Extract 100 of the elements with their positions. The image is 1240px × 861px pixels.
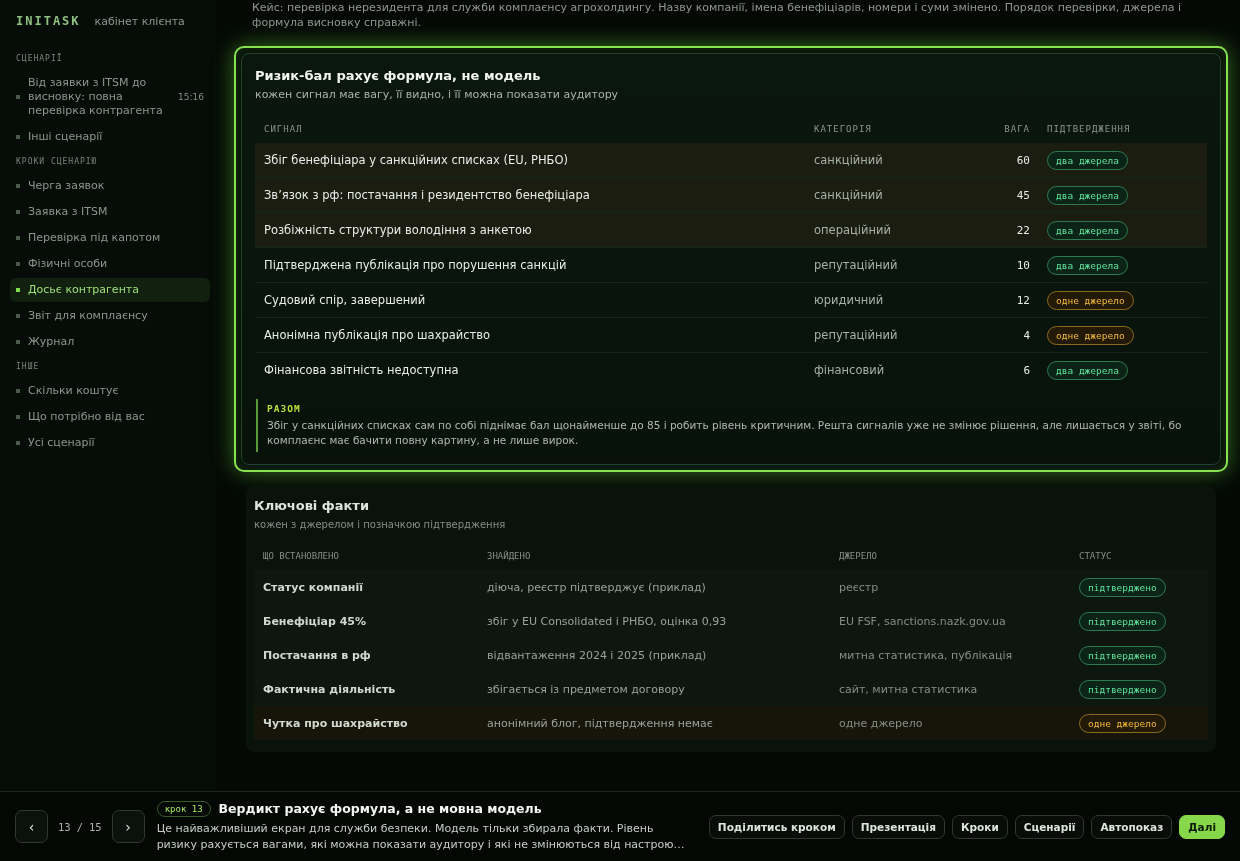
- status-badge: підтверджено: [1079, 679, 1166, 699]
- step-number: 13: [58, 820, 71, 833]
- bullet-icon: [16, 389, 20, 393]
- confirmation-badge: два джерела: [1047, 255, 1128, 275]
- table-cell-text: Підтверджена публікація про порушення санкцій: [263, 258, 568, 272]
- sidebar-item[interactable]: Інші сценарії: [10, 125, 210, 149]
- section-title: ІНШЕ: [15, 361, 41, 373]
- table-cell-text: санкційний: [814, 188, 884, 202]
- table-cell-text: 6: [1022, 363, 1030, 377]
- status-badge: одне джерело: [1079, 713, 1166, 733]
- summary-text: Збіг у санкційних списках сам по собі піднімає бал щонайменше до 85 і робить рівень критичним. Решта сигналів уже не змінює рішення, але лишається у звіті, бо комплаєнс має бачити повну картину, а не лише вирок.: [267, 418, 1183, 448]
- status-badge: підтверджено: [1079, 611, 1166, 631]
- confirmation-badge: два джерела: [1047, 220, 1128, 240]
- table-cell-text: діюча, реєстр підтверджує (приклад): [486, 580, 707, 594]
- table-cell-text: Розбіжність структури володіння з анкетою: [263, 223, 533, 237]
- column-header: ДЖЕРЕЛО: [838, 551, 878, 561]
- intro-text: Кейс: перевірка нерезидента для служби комплаєнсу агрохолдингу. Назву компанії, імена бенефіціарів, номери і суми змінено. Порядок перевірки, джерела і формула висновку справжні.: [251, 0, 1183, 30]
- column-header: СИГНАЛ: [263, 124, 304, 134]
- status-badge: підтверджено: [1079, 577, 1166, 597]
- table-cell-text: одне джерело: [838, 716, 924, 730]
- bullet-icon: [16, 262, 20, 266]
- sidebar-item[interactable]: Журнал: [10, 330, 210, 354]
- step-description: Це найважливіший екран для служби безпеки. Модель тільки збирала факти. Рівень ризику рахується вагами, які можна показати аудитору і які не змінюються від настрою…: [156, 820, 686, 853]
- table-cell-text: фінансовий: [814, 363, 886, 377]
- previous-button[interactable]: ‹: [15, 810, 48, 843]
- sidebar-item[interactable]: Від заявки з ITSM до висновку: повна перевірка контрагента 15:16: [10, 71, 210, 123]
- action-button[interactable]: Сценарії: [1014, 814, 1085, 839]
- table-cell-text: Чутка про шахрайство: [262, 716, 409, 730]
- table-cell-text: відвантаження 2024 і 2025 (приклад): [486, 648, 708, 662]
- table-cell-text: реєстр: [838, 580, 880, 594]
- table-cell-text: сайт, митна статистика: [838, 682, 979, 696]
- table-cell-text: 12: [1015, 293, 1030, 307]
- column-header: ЗНАЙДЕНО: [486, 551, 532, 561]
- table-cell-text: Бенефіціар 45%: [262, 614, 367, 628]
- bullet-icon: [16, 415, 20, 419]
- table-cell-text: репутаційний: [814, 328, 899, 342]
- bullet-icon: [16, 236, 20, 240]
- summary-label: РАЗОМ: [267, 403, 302, 414]
- table-cell-text: Анонімна публікація про шахрайство: [263, 328, 492, 342]
- sidebar-item[interactable]: Фізичні особи: [10, 252, 210, 276]
- table-cell-text: 45: [1015, 188, 1030, 202]
- card-title: Ризик-бал рахує формула, не модель: [255, 68, 542, 83]
- column-header: ПІДТВЕРДЖЕННЯ: [1046, 124, 1132, 134]
- card-subtitle: кожен з джерелом і позначкою підтвердження: [254, 519, 507, 530]
- action-button[interactable]: Поділитись кроком: [708, 814, 845, 839]
- table-cell-text: збігається із предметом договору: [486, 682, 686, 696]
- table-cell-text: Судовий спір, завершений: [263, 293, 427, 307]
- next-button[interactable]: ›: [111, 810, 145, 843]
- sidebar-item[interactable]: Досьє контрагента: [10, 278, 210, 302]
- table-cell-text: Фактична діяльність: [262, 682, 397, 696]
- confirmation-badge: два джерела: [1047, 185, 1128, 205]
- section-title: КРОКИ СЦЕНАРІЮ: [15, 156, 99, 168]
- bullet-icon: [16, 288, 20, 292]
- sidebar-item[interactable]: Усі сценарії: [10, 431, 210, 455]
- confirmation-badge: два джерела: [1047, 360, 1128, 380]
- table-cell-text: митна статистика, публікація: [838, 648, 1014, 662]
- confirmation-badge: два джерела: [1047, 150, 1128, 170]
- table-cell-text: Зв’язок з рф: постачання і резидентство бенефіціара: [263, 188, 591, 202]
- logo: INITASK: [16, 14, 81, 28]
- bullet-icon: [16, 314, 20, 318]
- separator: /: [76, 820, 83, 833]
- sidebar-item[interactable]: Перевірка під капотом: [10, 226, 210, 250]
- column-header: ЩО ВСТАНОВЛЕНО: [262, 551, 340, 561]
- table-cell-text: 10: [1015, 258, 1030, 272]
- action-button[interactable]: Автопоказ: [1091, 814, 1173, 839]
- action-button[interactable]: Далі: [1179, 814, 1225, 839]
- table-cell-text: юридичний: [814, 293, 885, 307]
- sidebar-item[interactable]: Черга заявок: [10, 174, 210, 198]
- action-button[interactable]: Кроки: [951, 814, 1008, 839]
- action-button[interactable]: Презентація: [851, 814, 945, 839]
- column-header: СТАТУС: [1078, 551, 1113, 561]
- status-badge: підтверджено: [1079, 645, 1166, 665]
- card-subtitle: кожен сигнал має вагу, її видно, і її можна показати аудитору: [255, 88, 620, 101]
- confirmation-badge: одне джерело: [1047, 325, 1134, 345]
- sidebar-item[interactable]: Звіт для комплаєнсу: [10, 304, 210, 328]
- table-cell-text: збіг у EU Consolidated і РНБО, оцінка 0,93: [486, 614, 728, 628]
- table-cell-text: санкційний: [814, 153, 884, 167]
- sidebar-item[interactable]: Що потрібно від вас: [10, 405, 210, 429]
- sidebar-item[interactable]: Заявка з ITSM: [10, 200, 210, 224]
- table-cell-text: репутаційний: [814, 258, 899, 272]
- bullet-icon: [16, 340, 20, 344]
- confirmation-badge: одне джерело: [1047, 290, 1134, 310]
- bullet-icon: [16, 210, 20, 214]
- table-cell-text: Фінансова звітність недоступна: [263, 363, 460, 377]
- section-title: СЦЕНАРІЇ: [15, 52, 64, 65]
- table-cell-text: EU FSF, sanctions.nazk.gov.ua: [838, 614, 1007, 628]
- table-cell-text: 60: [1015, 153, 1030, 167]
- card-title: Ключові факти: [254, 498, 370, 513]
- column-header: КАТЕГОРІЯ: [814, 124, 873, 134]
- step-title: Вердикт рахує формула, а не мовна модель: [218, 801, 542, 816]
- sidebar-item[interactable]: Скільки коштує: [10, 379, 210, 403]
- table-cell-text: Статус компанії: [262, 580, 364, 594]
- logo-subtitle: кабінет клієнта: [94, 15, 185, 28]
- table-cell-text: 22: [1015, 223, 1030, 237]
- table-cell-text: Збіг бенефіціара у санкційних списках (EU, РНБО): [263, 153, 570, 167]
- table-cell-text: анонімний блог, підтвердження немає: [486, 716, 714, 730]
- bullet-icon: [16, 184, 20, 188]
- bullet-icon: [16, 441, 20, 445]
- table-cell-text: Постачання в рф: [262, 648, 372, 662]
- table-cell-text: 4: [1022, 328, 1030, 342]
